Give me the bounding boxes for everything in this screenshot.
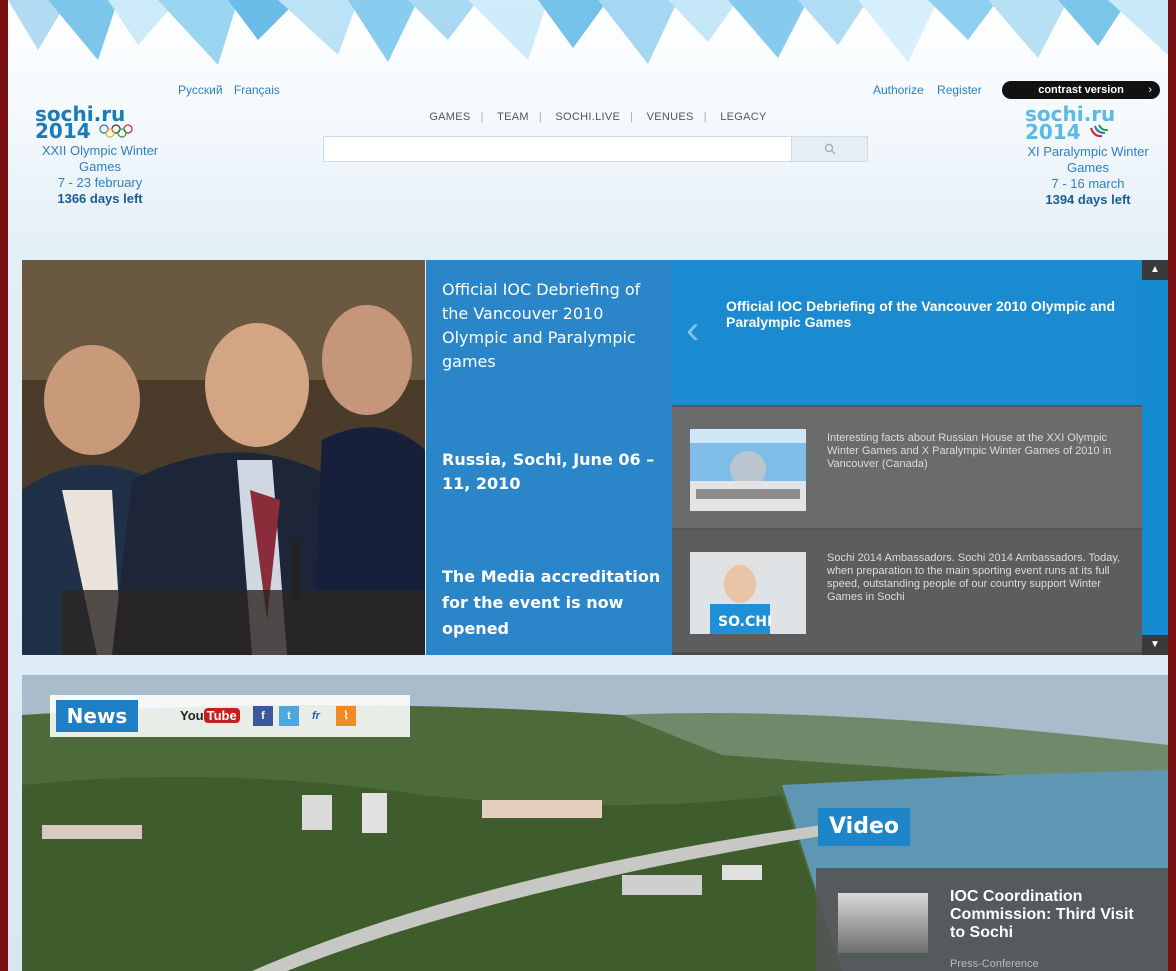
olympic-rings-icon xyxy=(99,124,133,138)
slider-active-item[interactable]: ‹ Official IOC Debriefing of the Vancouv… xyxy=(672,260,1142,405)
slider-active-title: Official IOC Debriefing of the Vancouver… xyxy=(726,298,1115,330)
video-tab[interactable]: Video xyxy=(818,808,910,846)
hero-info-panel: Official IOC Debriefing of the Vancouver… xyxy=(426,260,672,655)
slider-item-text: Sochi 2014 Ambassadors. Sochi 2014 Ambas… xyxy=(827,552,1121,603)
nav-separator: | xyxy=(538,111,543,123)
olympic-days-left: 1366 days left xyxy=(57,191,143,206)
chevron-left-icon[interactable]: ‹ xyxy=(686,308,699,353)
search-button[interactable] xyxy=(791,137,867,161)
slider-scrollbar[interactable]: ▲ ▼ xyxy=(1142,260,1168,655)
olympic-dates: 7 - 23 february xyxy=(57,175,143,190)
scroll-down-icon[interactable]: ▼ xyxy=(1142,635,1168,655)
video-subtitle: Press-Conference xyxy=(950,958,1039,970)
hero-location-date: Russia, Sochi, June 06 – 11, 2010 xyxy=(442,450,655,493)
twitter-icon[interactable]: t xyxy=(279,706,299,726)
video-title[interactable]: IOC Coordination Commission: Third Visit… xyxy=(950,888,1150,942)
video-card[interactable]: IOC Coordination Commission: Third Visit… xyxy=(816,868,1168,971)
page: Русский Français Authorize Register cont… xyxy=(8,0,1168,971)
auth-links: Authorize Register xyxy=(873,83,992,97)
youtube-icon[interactable]: You Tube xyxy=(180,706,240,726)
olympic-games-name: XXII Olympic Winter Games xyxy=(41,143,159,174)
authorize-link[interactable]: Authorize xyxy=(873,83,924,97)
language-french[interactable]: Français xyxy=(234,83,280,97)
nav-venues[interactable]: VENUES xyxy=(637,111,704,123)
scroll-up-icon[interactable]: ▲ xyxy=(1142,260,1168,280)
nav-separator: | xyxy=(703,111,707,123)
nav-separator: | xyxy=(480,111,484,123)
youtube-label-b: Tube xyxy=(203,708,240,723)
paralympic-games-name: XI Paralympic Winter Games xyxy=(1027,144,1149,175)
slider-item-text: Interesting facts about Russian House at… xyxy=(827,432,1112,470)
snowflake-ornament xyxy=(8,0,1168,65)
hero-section: Official IOC Debriefing of the Vancouver… xyxy=(22,260,1168,655)
nav-legacy[interactable]: LEGACY xyxy=(710,111,776,123)
language-switcher: Русский Français xyxy=(178,83,288,97)
nav-team[interactable]: TEAM xyxy=(487,111,539,123)
paralympic-dates: 7 - 16 march xyxy=(1051,176,1125,191)
paralympic-days-left: 1394 days left xyxy=(1045,192,1131,207)
news-slider: ‹ Official IOC Debriefing of the Vancouv… xyxy=(672,260,1168,655)
search-icon xyxy=(824,143,835,155)
olympic-logo-block: sochi.ru 2014 XXII Olympic Winter Games … xyxy=(20,104,180,206)
paralympic-logo-block: sochi.ru 2014 XI Paralympic Winter Games… xyxy=(1013,104,1163,207)
news-tab[interactable]: News xyxy=(56,700,138,732)
nav-sochi-live[interactable]: SOCHI.LIVE xyxy=(545,111,630,123)
register-link[interactable]: Register xyxy=(937,83,982,97)
contrast-version-button[interactable]: contrast version › xyxy=(1002,81,1160,99)
news-section: News You Tube f t fr ⌇ Video IOC Coordina… xyxy=(22,675,1168,971)
paralympic-agitos-icon xyxy=(1089,124,1108,138)
nav-games[interactable]: GAMES xyxy=(419,111,480,123)
youtube-label-a: You xyxy=(180,708,204,723)
facebook-icon[interactable]: f xyxy=(253,706,273,726)
language-russian[interactable]: Русский xyxy=(178,83,223,97)
main-nav: GAMES | TEAM | SOCHI.LIVE | VENUES | LEGACY xyxy=(388,111,808,123)
video-thumbnail[interactable] xyxy=(838,893,928,953)
search-input[interactable] xyxy=(324,137,806,161)
ambassador-thumbnail-caption: SO.CHI xyxy=(718,614,772,630)
ambassador-thumbnail: SO.CHI xyxy=(690,552,806,634)
sochi-olympic-logo[interactable]: sochi.ru 2014 xyxy=(20,104,180,141)
search-box xyxy=(323,136,868,162)
rss-icon[interactable]: ⌇ xyxy=(336,706,356,726)
chevron-right-icon: › xyxy=(1148,84,1152,96)
press-conference-photo xyxy=(22,260,425,655)
logo-line-2: 2014 xyxy=(1025,120,1163,144)
hero-accreditation-note[interactable]: The Media accreditation for the event is… xyxy=(442,564,662,642)
hero-title: Official IOC Debriefing of the Vancouver… xyxy=(442,280,641,371)
nav-separator: | xyxy=(630,111,634,123)
friendfeed-icon[interactable]: fr xyxy=(306,706,326,726)
russian-house-thumbnail xyxy=(690,429,806,511)
hero-photo[interactable] xyxy=(22,260,425,655)
contrast-version-label: contrast version xyxy=(1038,84,1124,96)
slider-item[interactable]: Interesting facts about Russian House at… xyxy=(672,405,1142,529)
sochi-paralympic-logo[interactable]: sochi.ru 2014 xyxy=(1013,104,1163,144)
logo-line-2: 2014 xyxy=(35,121,180,141)
logo-year: 2014 xyxy=(1025,120,1081,144)
news-social-bar: News You Tube f t fr ⌇ xyxy=(50,695,410,737)
logo-year: 2014 xyxy=(35,119,91,143)
slider-item[interactable]: SO.CHI Sochi 2014 Ambassadors. Sochi 201… xyxy=(672,528,1142,652)
